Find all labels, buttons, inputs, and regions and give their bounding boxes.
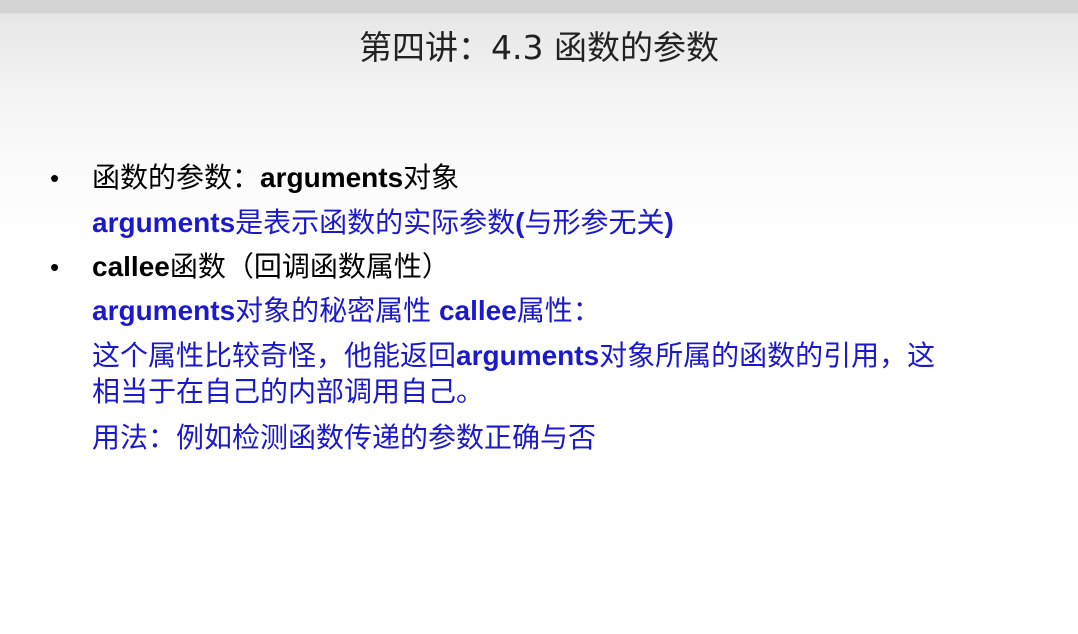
body-line-callee-desc-1: 这个属性比较奇怪，他能返回arguments对象所属的函数的引用，这	[92, 338, 935, 374]
body-text: 与形参无关	[524, 207, 665, 238]
body-text: (	[515, 207, 525, 238]
body-keyword: arguments	[92, 207, 236, 238]
slide-title: 第四讲：4.3 函数的参数	[359, 28, 719, 67]
bullet-icon: •	[50, 163, 60, 193]
body-line-callee-property: arguments对象的秘密属性 callee属性：	[92, 293, 601, 329]
body-text: 属性：	[516, 295, 601, 326]
body-line-usage: 用法：例如检测函数传递的参数正确与否	[92, 420, 596, 456]
heading-text: 函数（回调函数属性）	[169, 251, 450, 282]
heading-keyword: arguments	[260, 162, 404, 193]
body-keyword: callee	[438, 295, 517, 326]
body-keyword: arguments	[92, 295, 236, 326]
body-text: 用法：例如检测函数传递的参数正确与否	[92, 422, 597, 453]
body-keyword: arguments	[456, 340, 600, 371]
body-text: 对象所属的函数的引用，这	[599, 340, 936, 371]
body-text: 对象的秘密属性	[235, 295, 439, 326]
body-text: )	[664, 207, 674, 238]
bullet-heading-callee: callee函数（回调函数属性）	[92, 249, 450, 285]
bullet-heading-arguments: 函数的参数：arguments对象	[92, 160, 459, 196]
body-text: 这个属性比较奇怪，他能返回	[92, 340, 457, 371]
body-line-arguments-desc: arguments是表示函数的实际参数(与形参无关)	[92, 205, 674, 241]
body-text: 是表示函数的实际参数	[235, 207, 516, 238]
top-band	[0, 0, 1078, 13]
heading-keyword: callee	[92, 251, 170, 282]
slide: 第四讲：4.3 函数的参数 • 函数的参数：arguments对象 argume…	[0, 0, 1078, 634]
bullet-icon: •	[50, 252, 60, 282]
heading-text: 函数的参数：	[92, 162, 261, 193]
body-text: 相当于在自己的内部调用自己。	[92, 376, 485, 407]
heading-text: 对象	[403, 162, 460, 193]
body-line-callee-desc-2: 相当于在自己的内部调用自己。	[92, 374, 484, 410]
